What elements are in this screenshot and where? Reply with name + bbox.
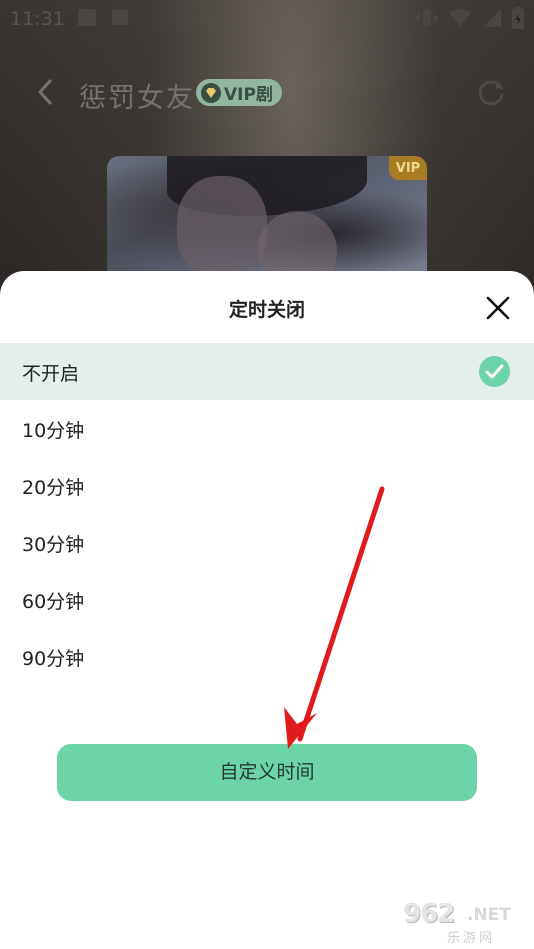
timer-option-30[interactable]: 30分钟: [0, 514, 534, 571]
option-label: 90分钟: [22, 648, 85, 670]
watermark-brand: 962: [403, 899, 455, 929]
checkmark-icon: [479, 356, 510, 387]
notification-square-icon: [78, 9, 96, 26]
app-square-icon: [112, 10, 128, 25]
wifi-icon: [448, 8, 472, 32]
status-bar: 11:31: [0, 0, 534, 38]
watermark-sub: 乐游网: [447, 931, 496, 946]
annotation-arrow: [284, 486, 385, 749]
timer-option-10[interactable]: 10分钟: [0, 400, 534, 457]
option-label: 20分钟: [22, 477, 85, 499]
chevron-left-icon[interactable]: [30, 75, 64, 109]
custom-time-button[interactable]: 自定义时间: [57, 744, 477, 801]
vip-badge: VIP剧: [196, 79, 282, 106]
status-time: 11:31: [10, 8, 65, 30]
timer-option-90[interactable]: 90分钟: [0, 628, 534, 685]
poster-figure: [177, 176, 267, 276]
option-label: 30分钟: [22, 534, 85, 556]
timer-option-off[interactable]: 不开启: [0, 343, 534, 400]
vip-badge-label: VIP剧: [224, 85, 273, 105]
vibrate-icon: [416, 8, 438, 32]
option-label: 60分钟: [22, 591, 85, 613]
diamond-icon: [200, 82, 222, 104]
close-icon[interactable]: [481, 291, 515, 325]
drama-title: 惩罚女友: [79, 83, 195, 114]
battery-icon: [512, 7, 524, 33]
timer-option-60[interactable]: 60分钟: [0, 571, 534, 628]
sheet-title: 定时关闭: [228, 299, 305, 321]
timer-sheet: 定时关闭 不开启 10分钟 20分钟 30分钟 60分钟 90分钟 自定义时间: [0, 271, 534, 949]
signal-icon: [482, 8, 502, 32]
option-label: 10分钟: [22, 420, 85, 442]
status-icons: [416, 7, 524, 33]
watermark-logo: 962 .NET 乐游网: [403, 899, 528, 946]
vip-tag: VIP: [389, 156, 427, 180]
option-label: 不开启: [22, 363, 80, 385]
refresh-icon[interactable]: [474, 76, 508, 110]
watermark-suffix: .NET: [467, 905, 511, 925]
timer-option-20[interactable]: 20分钟: [0, 457, 534, 514]
